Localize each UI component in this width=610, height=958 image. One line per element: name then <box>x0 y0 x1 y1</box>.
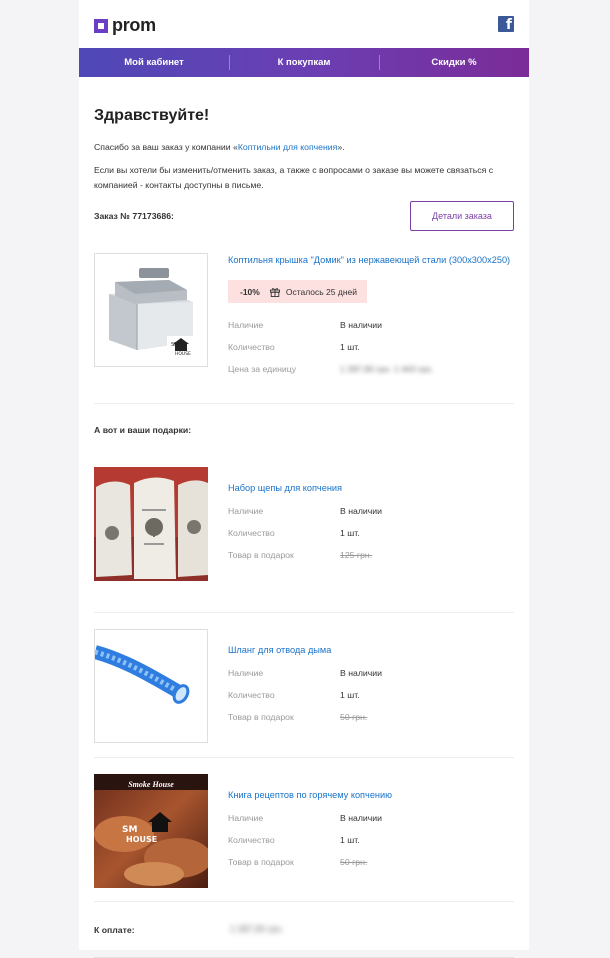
total-label: К оплате: <box>94 925 135 935</box>
attr-row: Наличие В наличии <box>228 667 514 689</box>
order-details-button[interactable]: Детали заказа <box>410 201 514 231</box>
svg-text:HOUSE: HOUSE <box>126 835 157 844</box>
nav-discounts[interactable]: Скидки % <box>379 48 529 77</box>
nav-to-shopping[interactable]: К покупкам <box>229 48 379 77</box>
attr-row: Товар в подарок 50 грн. <box>228 711 514 733</box>
hose-image <box>95 630 207 742</box>
product-name-link[interactable]: Коптильня крышка "Домик" из нержавеющей … <box>228 253 514 267</box>
attr-value: В наличии <box>340 506 382 516</box>
attr-row: Количество 1 шт. <box>228 341 514 363</box>
discount-badge: -10% Осталось 25 дней <box>228 280 367 303</box>
gift-icon <box>269 287 280 297</box>
logo-text: prom <box>112 15 156 35</box>
email-container: prom f Мой кабинет К покупкам Скидки % З… <box>79 0 529 958</box>
old-price-value: 50 грн. <box>340 857 368 867</box>
gift-image-wood-chips[interactable] <box>94 467 208 581</box>
prom-logo[interactable]: prom <box>94 15 156 36</box>
attr-row: Наличие В наличии <box>228 319 514 341</box>
attr-label: Количество <box>228 835 275 845</box>
thanks-prefix: Спасибо за ваш заказ у компании « <box>94 142 238 152</box>
attr-value: В наличии <box>340 320 382 330</box>
attr-row: Товар в подарок 125 грн. <box>228 549 514 571</box>
attr-value: В наличии <box>340 813 382 823</box>
facebook-icon[interactable]: f <box>498 16 514 32</box>
attr-value: 1 шт. <box>340 342 360 352</box>
product-attributes: Наличие В наличии Количество 1 шт. Цена за… <box>228 319 514 385</box>
gift-image-book[interactable]: SM HOUSE Smoke House <box>94 774 208 888</box>
prom-logo-mark-icon <box>94 18 108 33</box>
old-price-value: 50 грн. <box>340 712 368 722</box>
attr-label: Наличие <box>228 668 264 678</box>
product-info: Коптильня крышка "Домик" из нержавеющей … <box>228 253 514 385</box>
old-price-value: 125 грн. <box>340 550 373 560</box>
attr-value: 1 шт. <box>340 528 360 538</box>
gift-info: Набор щепы для копчения Наличие В наличии… <box>228 481 514 571</box>
attr-row: Количество 1 шт. <box>228 527 514 549</box>
attr-value: В наличии <box>340 668 382 678</box>
nav-my-cabinet[interactable]: Мой кабинет <box>79 48 229 77</box>
total-value: 1 287,90 грн. <box>230 924 284 934</box>
product-image[interactable]: SM HOUSE <box>94 253 208 367</box>
gift-item: Набор щепы для копчения Наличие В наличии… <box>94 467 514 613</box>
top-nav: Мой кабинет К покупкам Скидки % <box>79 48 529 77</box>
company-link[interactable]: Коптильни для копчения <box>238 142 338 152</box>
wood-chips-bags-image <box>94 467 208 581</box>
gift-item: SM HOUSE Smoke House Книга рецептов по г… <box>94 774 514 902</box>
attr-label: Цена за единицу <box>228 364 297 374</box>
gift-item: Шланг для отвода дыма Наличие В наличии К… <box>94 629 514 758</box>
gift-name-link[interactable]: Набор щепы для копчения <box>228 481 514 495</box>
attr-row: Количество 1 шт. <box>228 689 514 711</box>
attr-row: Количество 1 шт. <box>228 834 514 856</box>
total-row: К оплате: 1 287,90 грн. <box>94 917 514 958</box>
attr-row: Цена за единицу 1 287,90 грн. 1 443 грн. <box>228 363 514 385</box>
product-item: SM HOUSE Коптильня крышка "Домик" из нер… <box>94 253 514 404</box>
attr-label: Товар в подарок <box>228 857 294 867</box>
gift-name-link[interactable]: Книга рецептов по горячему копчению <box>228 788 514 802</box>
attr-label: Товар в подарок <box>228 550 294 560</box>
gift-info: Книга рецептов по горячему копчению Нали… <box>228 788 514 878</box>
attr-value: 1 шт. <box>340 690 360 700</box>
email-content: Здравствуйте! Спасибо за ваш заказ у ком… <box>79 107 529 958</box>
attr-row: Наличие В наличии <box>228 812 514 834</box>
attr-label: Товар в подарок <box>228 712 294 722</box>
gift-name-link[interactable]: Шланг для отвода дыма <box>228 643 514 657</box>
recipe-book-cover-image: SM HOUSE <box>94 774 208 888</box>
discount-percent: -10% <box>240 286 260 297</box>
gift-info: Шланг для отвода дыма Наличие В наличии К… <box>228 643 514 733</box>
gift-attributes: Наличие В наличии Количество 1 шт. Товар в… <box>228 505 514 571</box>
smoker-box-image: SM HOUSE <box>95 254 207 366</box>
order-row: Заказ № 77173686: Детали заказа <box>94 201 514 231</box>
gift-attributes: Наличие В наличии Количество 1 шт. Товар в… <box>228 812 514 878</box>
thanks-text: Спасибо за ваш заказ у компании «Коптиль… <box>94 141 514 154</box>
email-header: prom f <box>79 0 529 48</box>
attr-label: Количество <box>228 342 275 352</box>
attr-value: 1 шт. <box>340 835 360 845</box>
thanks-suffix: ». <box>337 142 345 152</box>
greeting-heading: Здравствуйте! <box>94 107 210 124</box>
svg-text:HOUSE: HOUSE <box>175 351 191 357</box>
svg-text:SM: SM <box>171 342 179 348</box>
attr-label: Количество <box>228 690 275 700</box>
svg-text:SM: SM <box>122 825 137 835</box>
gift-image-hose[interactable] <box>94 629 208 743</box>
attr-row: Товар в подарок 50 грн. <box>228 856 514 878</box>
unit-price-value: 1 287,90 грн. 1 443 грн. <box>340 364 434 374</box>
gifts-heading: А вот и ваши подарки: <box>94 425 192 435</box>
attr-label: Наличие <box>228 813 264 823</box>
attr-label: Количество <box>228 528 275 538</box>
info-text: Если вы хотели бы изменить/отменить зака… <box>94 165 494 190</box>
gift-attributes: Наличие В наличии Количество 1 шт. Товар в… <box>228 667 514 733</box>
order-number: Заказ № 77173686: <box>94 211 174 221</box>
attr-label: Наличие <box>228 506 264 516</box>
attr-row: Наличие В наличии <box>228 505 514 527</box>
discount-days-left: Осталось 25 дней <box>285 286 357 297</box>
book-cover-title: Smoke House <box>128 780 174 789</box>
attr-label: Наличие <box>228 320 264 330</box>
